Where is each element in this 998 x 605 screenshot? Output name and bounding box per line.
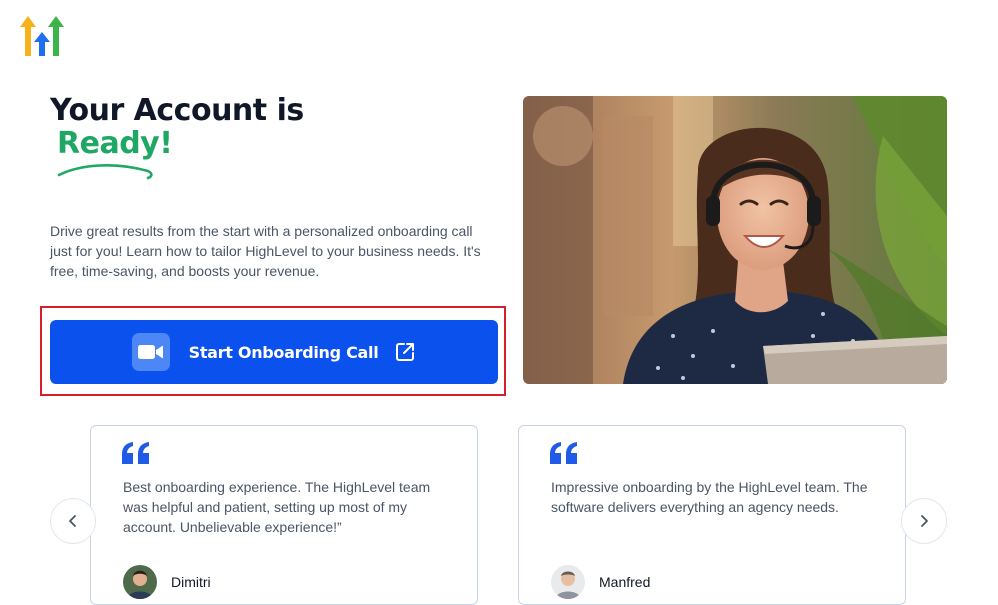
carousel-prev-button[interactable] — [50, 498, 96, 544]
testimonial-quote: Best onboarding experience. The HighLeve… — [123, 479, 431, 535]
testimonial-card: Impressive onboarding by the HighLevel t… — [518, 425, 906, 605]
carousel-next-button[interactable] — [901, 498, 947, 544]
quote-icon — [550, 442, 577, 464]
avatar — [551, 565, 585, 599]
start-onboarding-call-button[interactable]: Start Onboarding Call — [50, 320, 498, 384]
underline-squiggle-icon — [57, 164, 153, 180]
avatar — [123, 565, 157, 599]
hero-description: Drive great results from the start with … — [50, 223, 481, 279]
external-link-icon — [396, 343, 415, 361]
testimonial-author: Dimitri — [123, 565, 211, 599]
title-line-1: Your Account is — [50, 93, 304, 128]
quote-icon — [122, 442, 149, 464]
page-title: Your Account is Ready! — [50, 94, 304, 161]
cta-label: Start Onboarding Call — [188, 342, 379, 362]
chevron-left-icon — [69, 515, 76, 527]
testimonial-card: Best onboarding experience. The HighLeve… — [90, 425, 478, 605]
title-highlight: Ready! — [57, 126, 173, 161]
highlevel-logo-icon — [20, 16, 64, 56]
support-agent-photo — [523, 96, 947, 384]
zoom-video-icon — [131, 333, 170, 371]
testimonial-quote: Impressive onboarding by the HighLevel t… — [551, 479, 868, 515]
chevron-right-icon — [921, 515, 928, 527]
testimonial-author: Manfred — [551, 565, 650, 599]
